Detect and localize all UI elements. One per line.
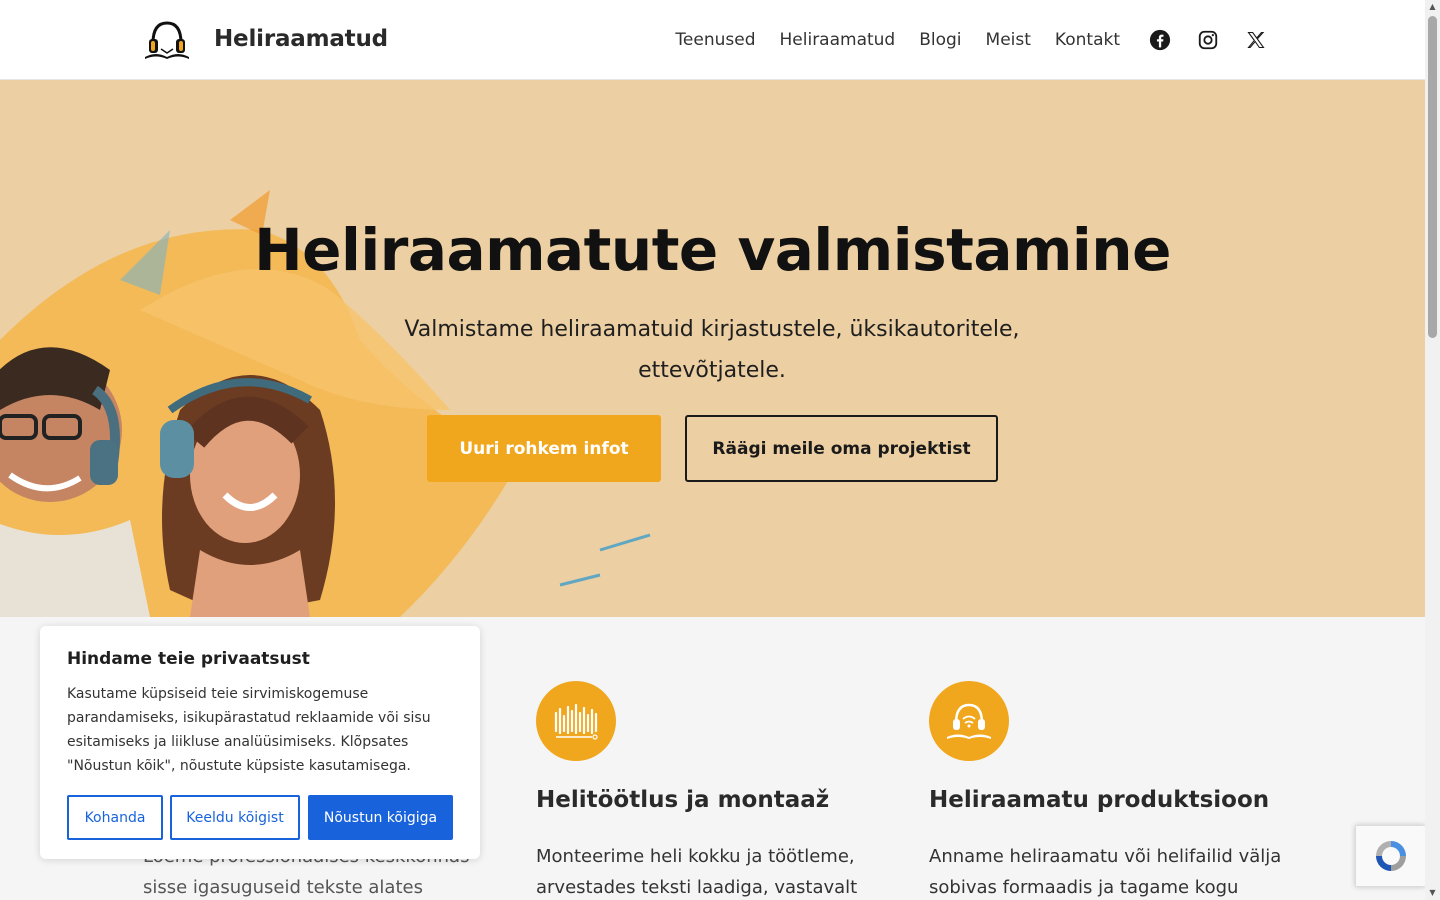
brand-name[interactable]: Heliraamatud xyxy=(214,26,388,52)
cookie-accept-button[interactable]: Nõustun kõigiga xyxy=(308,795,453,840)
headphones-book-icon xyxy=(929,681,1009,761)
hero-title: Heliraamatute valmistamine xyxy=(254,216,1171,284)
site-header: Heliraamatud Teenused Heliraamatud Blogi… xyxy=(0,0,1425,80)
main-nav: Teenused Heliraamatud Blogi Meist Kontak… xyxy=(675,28,1280,52)
recaptcha-icon xyxy=(1375,841,1406,871)
nav-blogi[interactable]: Blogi xyxy=(919,30,961,50)
x-icon[interactable] xyxy=(1232,28,1280,52)
nav-teenused[interactable]: Teenused xyxy=(675,30,755,50)
hero-section: Heliraamatute valmistamine Valmistame he… xyxy=(0,80,1425,617)
facebook-icon[interactable] xyxy=(1136,28,1184,52)
page-scrollbar[interactable]: ▲ ▼ xyxy=(1425,0,1440,900)
audio-waveform-icon xyxy=(536,681,616,761)
feature-title-3: Heliraamatu produktsioon xyxy=(929,787,1270,813)
contact-project-button[interactable]: Räägi meile oma projektist xyxy=(685,415,998,482)
cookie-reject-button[interactable]: Keeldu kõigist xyxy=(170,795,300,840)
hero-subtitle: Valmistame heliraamatuid kirjastustele, … xyxy=(404,317,1020,383)
recaptcha-badge[interactable] xyxy=(1355,825,1425,887)
nav-heliraamatud[interactable]: Heliraamatud xyxy=(780,30,896,50)
scrollbar-thumb[interactable] xyxy=(1428,16,1437,338)
social-links xyxy=(1136,28,1280,52)
feature-title-2: Helitöötlus ja montaaž xyxy=(536,787,830,813)
nav-kontakt[interactable]: Kontakt xyxy=(1055,30,1120,50)
cookie-text: Kasutame küpsiseid teie sirvimiskogemuse… xyxy=(67,686,431,774)
nav-meist[interactable]: Meist xyxy=(986,30,1031,50)
scroll-down-arrow-icon[interactable]: ▼ xyxy=(1428,888,1437,898)
cookie-banner: Hindame teie privaatsust Kasutame küpsis… xyxy=(40,626,480,859)
logo-icon[interactable] xyxy=(143,17,191,61)
cookie-title: Hindame teie privaatsust xyxy=(67,649,310,669)
instagram-icon[interactable] xyxy=(1184,28,1232,52)
feature-text-2: Monteerime heli kokku ja töötleme, arves… xyxy=(536,846,858,898)
feature-text-3: Anname heliraamatu või helifailid välja … xyxy=(929,846,1282,898)
cookie-customize-button[interactable]: Kohanda xyxy=(67,795,163,840)
learn-more-button[interactable]: Uuri rohkem infot xyxy=(427,415,661,482)
scroll-up-arrow-icon[interactable]: ▲ xyxy=(1428,2,1437,12)
